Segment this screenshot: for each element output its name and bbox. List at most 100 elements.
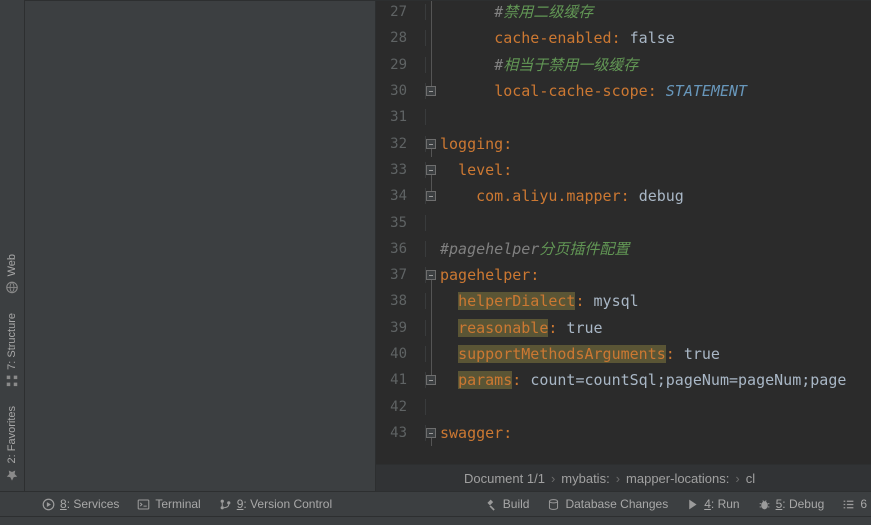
toolwindow-structure[interactable]: 7: Structure <box>5 307 19 394</box>
breadcrumb-item[interactable]: mapper-locations: <box>626 471 729 486</box>
gutter-line-number[interactable]: 30 <box>376 83 426 99</box>
fold-gutter[interactable] <box>426 393 440 419</box>
code-text[interactable]: logging: <box>440 131 871 157</box>
fold-gutter[interactable] <box>426 236 440 262</box>
code-line[interactable]: 41 params: count=countSql;pageNum=pageNu… <box>376 367 871 393</box>
gutter-line-number[interactable]: 27 <box>376 4 426 20</box>
code-text[interactable]: swagger: <box>440 420 871 446</box>
fold-toggle-icon[interactable] <box>426 165 436 175</box>
fold-gutter[interactable] <box>426 130 440 156</box>
fold-gutter[interactable] <box>426 78 440 104</box>
fold-gutter[interactable] <box>426 367 440 393</box>
code-text[interactable]: pagehelper: <box>440 262 871 288</box>
code-line[interactable]: 31 <box>376 104 871 130</box>
gutter-line-number[interactable]: 28 <box>376 30 426 46</box>
fold-toggle-icon[interactable] <box>426 375 436 385</box>
fold-gutter[interactable] <box>426 25 440 51</box>
code-line[interactable]: 37 pagehelper: <box>376 262 871 288</box>
fold-gutter[interactable] <box>426 288 440 314</box>
code-text[interactable]: supportMethodsArguments: true <box>440 341 871 367</box>
project-sidebar[interactable] <box>25 0 376 491</box>
gutter-line-number[interactable]: 41 <box>376 372 426 388</box>
code-text[interactable]: level: <box>440 157 871 183</box>
code-text[interactable]: reasonable: true <box>440 315 871 341</box>
toolwindow-terminal[interactable]: Terminal <box>129 495 208 513</box>
code-line[interactable]: 38 helperDialect: mysql <box>376 288 871 314</box>
fold-gutter[interactable] <box>426 183 440 209</box>
fold-toggle-icon[interactable] <box>426 191 436 201</box>
fold-gutter[interactable] <box>426 262 440 288</box>
fold-gutter[interactable] <box>426 420 440 446</box>
code-line[interactable]: 35 <box>376 209 871 235</box>
fold-toggle-icon[interactable] <box>426 139 436 149</box>
code-text[interactable]: #禁用二级缓存 <box>440 0 871 25</box>
toolwindow-build[interactable]: Build <box>477 495 538 513</box>
gutter-line-number[interactable]: 38 <box>376 293 426 309</box>
fold-gutter[interactable] <box>426 52 440 78</box>
toolwindow-favorites-label: 2: Favorites <box>6 406 18 463</box>
toolwindow-run[interactable]: 4: Run <box>678 495 747 513</box>
breadcrumb-item[interactable]: mybatis: <box>561 471 609 486</box>
line-col-indicator[interactable]: 6 <box>834 495 867 513</box>
breadcrumb-doc: Document 1/1 <box>464 471 545 486</box>
gutter-line-number[interactable]: 42 <box>376 399 426 415</box>
breadcrumb-item[interactable]: cl <box>746 471 755 486</box>
database-icon <box>547 498 560 511</box>
gutter-line-number[interactable]: 39 <box>376 320 426 336</box>
code-text[interactable]: cache-enabled: false <box>440 25 871 51</box>
play-icon <box>686 498 699 511</box>
code-text[interactable]: #pagehelper分页插件配置 <box>440 236 871 262</box>
breadcrumb[interactable]: Document 1/1 › mybatis: › mapper-locatio… <box>376 464 871 491</box>
toolwindow-services[interactable]: 8: Services <box>34 495 127 513</box>
code-line[interactable]: 29 #相当于禁用一级缓存 <box>376 52 871 78</box>
code-line[interactable]: 34 com.aliyu.mapper: debug <box>376 183 871 209</box>
code-line[interactable]: 39 reasonable: true <box>376 315 871 341</box>
code-line[interactable]: 30 local-cache-scope: STATEMENT <box>376 78 871 104</box>
toolwindow-vcs[interactable]: 9: Version Control <box>211 495 340 513</box>
code-text[interactable]: #相当于禁用一级缓存 <box>440 52 871 78</box>
fold-toggle-icon[interactable] <box>426 270 436 280</box>
chevron-right-icon: › <box>616 471 620 486</box>
gutter-line-number[interactable]: 34 <box>376 188 426 204</box>
toolwindow-favorites[interactable]: 2: Favorites <box>5 400 19 487</box>
fold-gutter[interactable] <box>426 315 440 341</box>
code-line[interactable]: 40 supportMethodsArguments: true <box>376 341 871 367</box>
gutter-line-number[interactable]: 37 <box>376 267 426 283</box>
toolwindow-dbchanges[interactable]: Database Changes <box>539 495 676 513</box>
chevron-right-icon: › <box>735 471 739 486</box>
gutter-line-number[interactable]: 31 <box>376 109 426 125</box>
gutter-line-number[interactable]: 40 <box>376 346 426 362</box>
fold-gutter[interactable] <box>426 209 440 235</box>
code-line[interactable]: 43 swagger: <box>376 420 871 446</box>
gutter-line-number[interactable]: 36 <box>376 241 426 257</box>
terminal-icon <box>137 498 150 511</box>
code-text[interactable]: local-cache-scope: STATEMENT <box>440 78 871 104</box>
gutter-line-number[interactable]: 33 <box>376 162 426 178</box>
gutter-line-number[interactable]: 29 <box>376 57 426 73</box>
fold-toggle-icon[interactable] <box>426 86 436 96</box>
code-text[interactable]: com.aliyu.mapper: debug <box>440 183 871 209</box>
fold-gutter[interactable] <box>426 341 440 367</box>
code-editor[interactable]: 27 #禁用二级缓存28 cache-enabled: false29 #相当于… <box>376 0 871 464</box>
code-line[interactable]: 28 cache-enabled: false <box>376 25 871 51</box>
fold-gutter[interactable] <box>426 104 440 130</box>
toolwindow-web[interactable]: Web <box>5 248 19 300</box>
code-line[interactable]: 33 level: <box>376 157 871 183</box>
services-icon <box>42 498 55 511</box>
gutter-line-number[interactable]: 43 <box>376 425 426 441</box>
code-line[interactable]: 32 logging: <box>376 130 871 156</box>
code-text[interactable]: params: count=countSql;pageNum=pageNum;p… <box>440 367 871 393</box>
gutter-line-number[interactable]: 35 <box>376 215 426 231</box>
fold-toggle-icon[interactable] <box>426 428 436 438</box>
toolwindow-debug[interactable]: 5: Debug <box>750 495 833 513</box>
code-line[interactable]: 42 <box>376 393 871 419</box>
app-root: Web 7: Structure 2: Favorites 27 #禁用二级缓存… <box>0 0 871 525</box>
gutter-line-number[interactable]: 32 <box>376 136 426 152</box>
code-text[interactable]: helperDialect: mysql <box>440 288 871 314</box>
code-line[interactable]: 36 #pagehelper分页插件配置 <box>376 236 871 262</box>
fold-gutter[interactable] <box>426 0 440 25</box>
fold-gutter[interactable] <box>426 157 440 183</box>
branch-icon <box>219 498 232 511</box>
bottom-toolwindow-bar: 8: Services Terminal 9: Version Control … <box>0 491 871 516</box>
code-line[interactable]: 27 #禁用二级缓存 <box>376 0 871 25</box>
